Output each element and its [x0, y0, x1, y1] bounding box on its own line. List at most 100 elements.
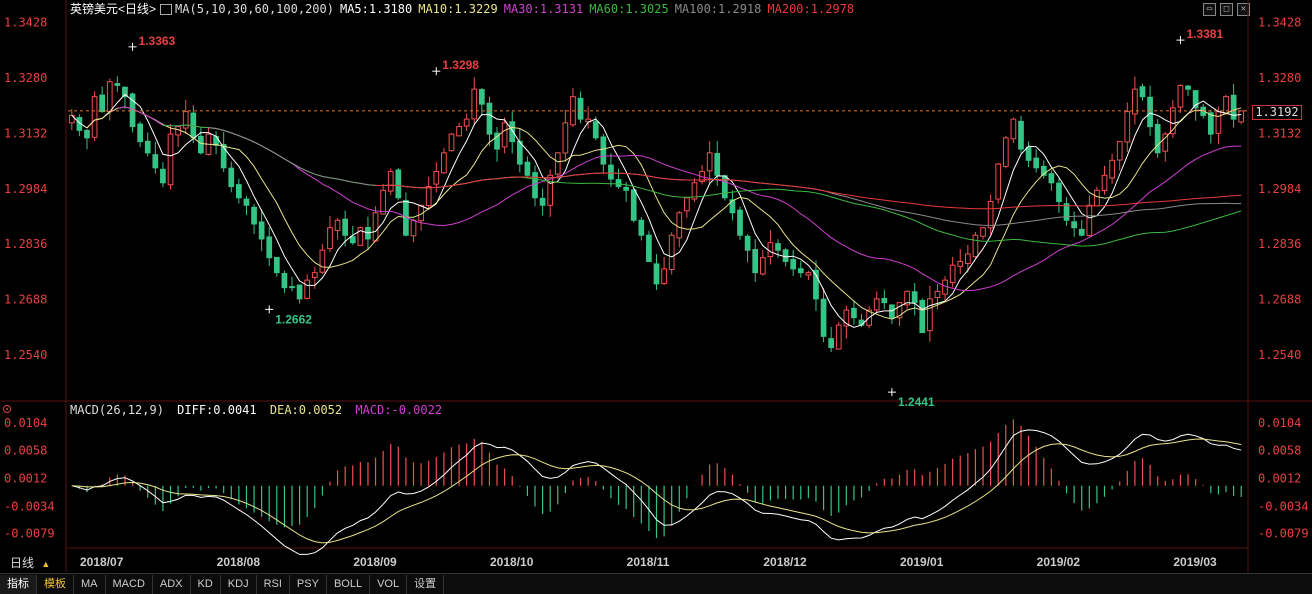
candle-body	[266, 236, 273, 259]
tab-settings[interactable]: 设置	[407, 575, 445, 594]
candle-body	[1238, 110, 1245, 123]
candle-body	[1094, 189, 1100, 207]
candle-body	[1086, 204, 1093, 236]
candle-body	[949, 264, 956, 284]
tab-templates[interactable]: 模板	[37, 575, 74, 594]
tab-kd[interactable]: KD	[191, 575, 221, 594]
extreme-label: 1.3381	[1186, 27, 1223, 41]
candle-body	[106, 81, 113, 113]
candle-body	[1207, 112, 1214, 135]
price-tick-label-right: 1.2688	[1258, 293, 1301, 307]
tab-ma[interactable]: MA	[74, 575, 106, 594]
current-price-tag: 1.3192	[1252, 105, 1302, 120]
macd-legend: MACD(26,12,9) DIFF:0.0041 DEA:0.0052 MAC…	[70, 402, 448, 418]
indicator-toggle-icon[interactable]	[3, 405, 11, 413]
price-tick-label-left: 1.2540	[4, 348, 47, 362]
extreme-label: 1.3298	[442, 58, 479, 72]
tab-boll[interactable]: BOLL	[327, 575, 371, 594]
candle-body	[759, 257, 766, 275]
candle-body	[919, 300, 926, 334]
indicator-tabbar: 指标 模板 MA MACD ADX KD KDJ RSI PSY BOLL VO…	[0, 573, 1312, 594]
candle-body	[144, 140, 151, 154]
candle-body	[638, 219, 645, 236]
candle-body	[304, 279, 311, 299]
candle-body	[721, 175, 728, 199]
candle-body	[91, 96, 98, 138]
price-tick-label-left: 1.2836	[4, 237, 47, 251]
x-tick-label: 2018/07	[80, 555, 124, 569]
candle-body	[1002, 137, 1009, 167]
candle-body	[1124, 111, 1131, 143]
candle-body	[289, 286, 295, 289]
chart-window: 英镑美元<日线> MA(5,10,30,60,100,200) MA5:1.31…	[0, 0, 1312, 594]
candle-body	[1139, 86, 1146, 98]
candle-body	[592, 121, 599, 139]
candle-body	[236, 184, 242, 199]
tab-indicators[interactable]: 指标	[0, 575, 37, 594]
tab-vol[interactable]: VOL	[370, 575, 408, 594]
candle-body	[167, 133, 174, 186]
price-tick-label-right: 1.2836	[1258, 237, 1301, 251]
candle-body	[858, 319, 865, 326]
candle-body	[797, 268, 804, 274]
candle-body	[668, 234, 675, 270]
candle-body	[995, 163, 1002, 200]
candle-body	[1071, 221, 1077, 229]
candle-body	[714, 152, 721, 176]
candle-body	[790, 259, 797, 270]
candle-body	[820, 298, 827, 337]
tab-adx[interactable]: ADX	[153, 575, 191, 594]
macd-tick-label-left: -0.0034	[4, 499, 55, 513]
candle-body	[554, 152, 561, 175]
candle-body	[524, 161, 531, 176]
tab-macd[interactable]: MACD	[106, 575, 153, 594]
candle-body	[228, 167, 235, 188]
macd-tick-label-right: -0.0034	[1258, 499, 1309, 513]
tab-kdj[interactable]: KDJ	[221, 575, 257, 594]
macd-label: MACD(26,12,9)	[70, 403, 164, 417]
candle-body	[1025, 146, 1032, 161]
candle-body	[934, 290, 941, 298]
macd-value: MACD:-0.0022	[355, 403, 443, 417]
candle-body	[486, 102, 493, 135]
candle-body	[1078, 228, 1085, 236]
candle-body	[706, 152, 713, 172]
macd-diff: DIFF:0.0041	[177, 403, 257, 417]
candle-body	[1177, 84, 1184, 108]
candle-body	[319, 249, 326, 273]
extreme-label: 1.2441	[898, 395, 935, 409]
macd-tick-label-left: 0.0058	[4, 444, 47, 458]
candle-body	[1116, 141, 1123, 161]
candle-body	[1185, 85, 1191, 90]
x-tick-label: 2018/08	[217, 555, 261, 569]
candle-body	[160, 168, 166, 184]
candle-body	[137, 123, 143, 143]
candle-body	[676, 212, 683, 239]
tab-rsi[interactable]: RSI	[257, 575, 290, 594]
candle-body	[395, 169, 402, 199]
candle-body	[99, 94, 106, 113]
candle-body	[258, 221, 265, 240]
candle-body	[410, 219, 417, 237]
candle-body	[623, 186, 629, 191]
candle-body	[273, 256, 280, 274]
x-tick-label: 2018/09	[353, 555, 397, 569]
tab-psy[interactable]: PSY	[290, 575, 327, 594]
candle-body	[243, 198, 250, 206]
candle-body	[152, 154, 159, 169]
macd-tick-label-right: 0.0012	[1258, 471, 1301, 485]
candle-body	[684, 197, 690, 212]
candle-body	[972, 234, 979, 258]
candle-body	[608, 164, 614, 180]
candle-body	[615, 179, 622, 188]
candle-body	[775, 243, 781, 251]
candle-body	[1048, 173, 1055, 184]
candle-body	[478, 89, 485, 105]
candle-body	[114, 83, 121, 86]
extreme-label: 1.2662	[275, 312, 312, 326]
candle-body	[425, 186, 432, 207]
candle-body	[1147, 96, 1153, 128]
period-selector[interactable]: 日线 ▲	[0, 554, 66, 572]
candle-body	[501, 122, 508, 148]
candle-body	[327, 227, 333, 250]
